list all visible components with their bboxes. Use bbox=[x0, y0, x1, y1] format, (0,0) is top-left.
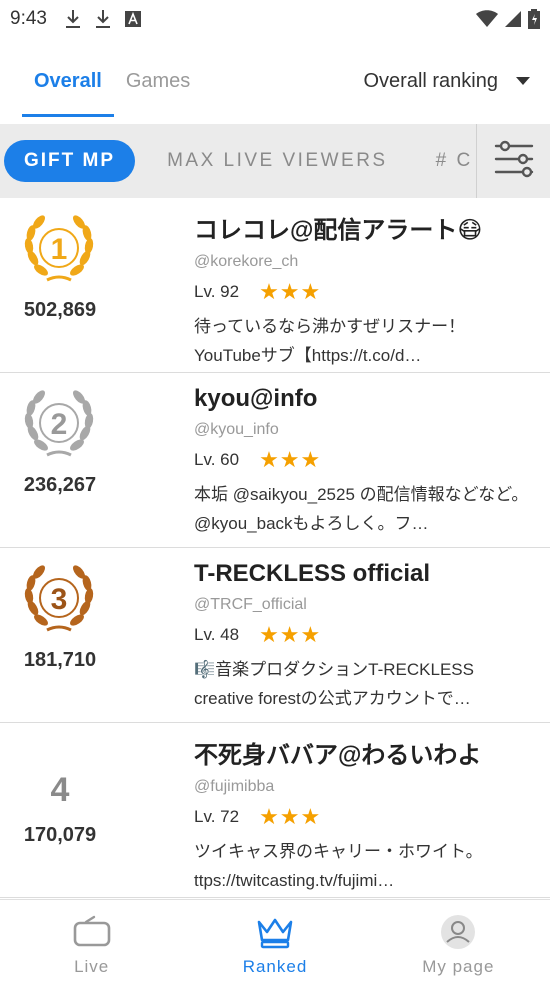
tv-icon bbox=[72, 914, 112, 955]
star-rating: ★★★ bbox=[259, 804, 322, 829]
star-rating: ★★★ bbox=[259, 447, 322, 472]
nav-live-label: Live bbox=[74, 957, 110, 976]
status-time: 9:43 bbox=[10, 8, 47, 29]
score: 170,079 bbox=[23, 824, 97, 846]
download-icon bbox=[65, 9, 81, 29]
rank-number: 4 bbox=[50, 771, 70, 809]
nav-my-page-label: My page bbox=[422, 957, 495, 976]
rank-number: 2 bbox=[51, 408, 68, 441]
wifi-icon bbox=[476, 10, 498, 28]
user-name: コレコレ@配信アラート😷 bbox=[194, 217, 483, 244]
user-handle: @fujimibba bbox=[194, 778, 275, 795]
user-level: Lv. 48 bbox=[194, 625, 240, 644]
filter-settings-button[interactable] bbox=[476, 124, 550, 198]
silver-laurel-badge: 2 bbox=[19, 383, 99, 463]
user-level: Lv. 60 bbox=[194, 450, 240, 469]
nav-ranked[interactable]: Ranked bbox=[183, 900, 366, 983]
user-name: 不死身ババア@わるいわよ bbox=[194, 742, 482, 769]
star-rating: ★★★ bbox=[259, 279, 322, 304]
download-icon bbox=[95, 9, 111, 29]
score: 502,869 bbox=[23, 299, 97, 321]
caret-down-icon bbox=[516, 77, 530, 85]
ranking-row[interactable]: 1 502,869 コレコレ@配信アラート😷 @korekore_ch Lv. … bbox=[0, 198, 550, 373]
ranking-list: 1 502,869 コレコレ@配信アラート😷 @korekore_ch Lv. … bbox=[0, 198, 550, 898]
filter-max-live-viewers[interactable]: MAX LIVE VIEWERS bbox=[147, 140, 408, 182]
user-description: 待っているなら沸かすぜリスナー！ YouTubeサブ【https://t.co/… bbox=[194, 317, 466, 365]
ranking-dropdown-value: Overall ranking bbox=[363, 69, 498, 92]
user-description: 本垢 @saikyou_2525 の配信情報などなど。@kyou_backもよろ… bbox=[194, 485, 529, 533]
user-level: Lv. 72 bbox=[194, 807, 240, 826]
user-handle: @kyou_info bbox=[194, 421, 279, 438]
ranking-row[interactable]: 3 181,710 T-RECKLESS official @TRCF_offi… bbox=[0, 548, 550, 723]
tab-overall[interactable]: Overall bbox=[22, 38, 114, 124]
avatar-icon bbox=[438, 914, 478, 955]
filter-gift-mp[interactable]: GIFT MP bbox=[4, 140, 136, 182]
ranking-dropdown[interactable]: Overall ranking bbox=[363, 38, 530, 124]
ranking-row[interactable]: 2 236,267 kyou@info @kyou_info Lv. 60 ★★… bbox=[0, 373, 550, 548]
user-description: 🎼音楽プロダクションT-RECKLESS creative forestの公式ア… bbox=[194, 660, 474, 708]
user-name: T-RECKLESS official bbox=[194, 560, 431, 587]
sliders-icon bbox=[493, 138, 535, 185]
signal-icon bbox=[504, 10, 522, 28]
score: 181,710 bbox=[23, 649, 97, 671]
tab-games[interactable]: Games bbox=[114, 38, 202, 124]
gold-laurel-badge: 1 bbox=[19, 208, 99, 288]
user-level: Lv. 92 bbox=[194, 282, 240, 301]
user-handle: @TRCF_official bbox=[194, 596, 307, 613]
rank-number: 1 bbox=[51, 233, 68, 266]
status-bar: 9:43 bbox=[0, 0, 550, 38]
filter-bar: GIFT MP MAX LIVE VIEWERS # C bbox=[0, 124, 550, 198]
tabs-row: Overall Games Overall ranking bbox=[0, 38, 550, 124]
crown-icon bbox=[255, 914, 295, 955]
ranking-row[interactable]: 4 170,079 不死身ババア@わるいわよ @fujimibba Lv. 72… bbox=[0, 723, 550, 898]
user-handle: @korekore_ch bbox=[194, 253, 299, 270]
nav-live[interactable]: Live bbox=[0, 900, 183, 983]
battery-icon bbox=[528, 9, 540, 29]
bottom-nav: Live Ranked My page bbox=[0, 899, 550, 983]
score: 236,267 bbox=[23, 474, 97, 496]
bronze-laurel-badge: 3 bbox=[19, 558, 99, 638]
star-rating: ★★★ bbox=[259, 622, 322, 647]
nav-my-page[interactable]: My page bbox=[367, 900, 550, 983]
user-name: kyou@info bbox=[194, 385, 318, 412]
nav-ranked-label: Ranked bbox=[242, 957, 308, 976]
rank-number: 3 bbox=[51, 583, 68, 616]
user-description: ツイキャス界のキャリー・ホワイト。 ttps://twitcasting.tv/… bbox=[194, 842, 483, 890]
font-notification-icon bbox=[124, 11, 141, 27]
